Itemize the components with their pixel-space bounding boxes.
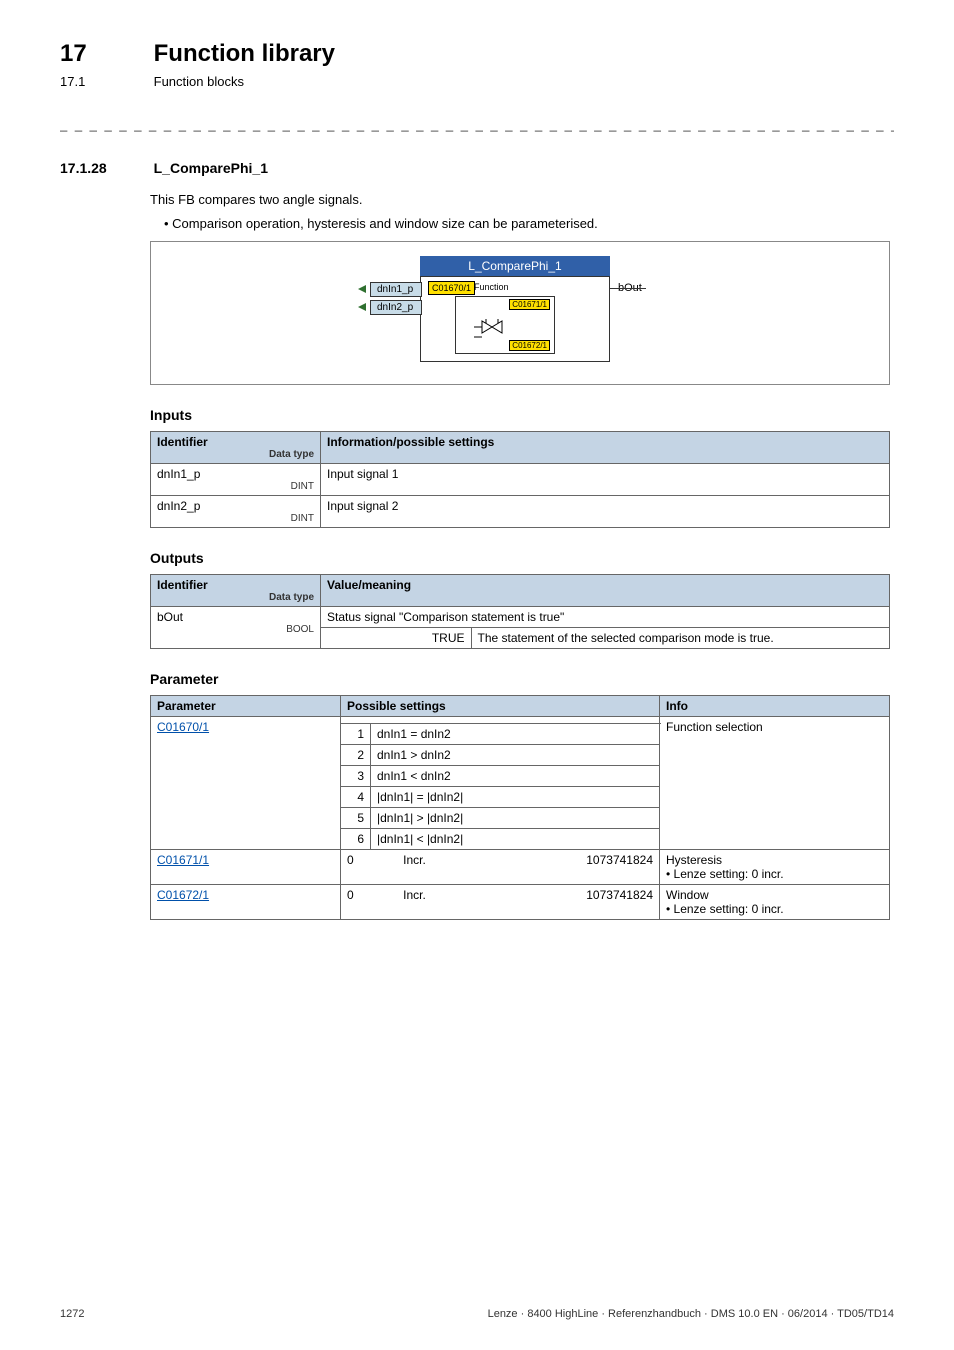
port-in1: dnIn1_p: [370, 282, 422, 297]
identifier-value: dnIn1_p: [157, 467, 314, 481]
opt-text: |dnIn1| < |dnIn2|: [371, 828, 660, 849]
col-datatype: Data type: [157, 449, 314, 460]
col-identifier: Identifier: [157, 578, 314, 592]
page-number: 1272: [60, 1308, 84, 1320]
block-diagram: L_ComparePhi_1 dnIn1_p dnIn2_p bOut C016…: [150, 241, 890, 385]
subsection-title: L_ComparePhi_1: [154, 160, 268, 176]
section-title: Function blocks: [154, 74, 244, 89]
opt-text: |dnIn1| > |dnIn2|: [371, 807, 660, 828]
parameter-table: Parameter Possible settings Info C01670/…: [150, 695, 890, 920]
info-value: Input signal 1: [321, 463, 890, 495]
inputs-heading: Inputs: [150, 407, 894, 423]
diagram-title: L_ComparePhi_1: [420, 256, 610, 276]
col-value: Value/meaning: [321, 574, 890, 606]
status-text: Status signal "Comparison statement is t…: [321, 606, 890, 627]
param-info-detail: • Lenze setting: 0 incr.: [666, 867, 883, 881]
true-text: The statement of the selected comparison…: [471, 628, 954, 648]
comparator-icon: [474, 317, 514, 345]
arrow-icon: [358, 285, 366, 293]
range-unit: Incr.: [371, 884, 459, 919]
datatype-value: BOOL: [157, 624, 314, 635]
col-info: Info: [660, 695, 890, 716]
param-info-name: Hysteresis: [666, 853, 883, 867]
col-settings: Possible settings: [341, 695, 660, 716]
arrow-icon: [358, 303, 366, 311]
table-row: C01671/1 0 Incr. 1073741824 Hysteresis •…: [151, 849, 890, 884]
opt-num: 4: [341, 786, 371, 807]
param-code-1: C01671/1: [509, 299, 550, 310]
opt-num: 5: [341, 807, 371, 828]
col-datatype: Data type: [157, 592, 314, 603]
inputs-table: Identifier Data type Information/possibl…: [150, 431, 890, 528]
footer-text: Lenze · 8400 HighLine · Referenzhandbuch…: [488, 1308, 894, 1320]
param-link[interactable]: C01672/1: [157, 888, 209, 902]
datatype-value: DINT: [157, 513, 314, 524]
opt-text: dnIn1 = dnIn2: [371, 723, 660, 744]
table-row: dnIn1_p DINT Input signal 1: [151, 463, 890, 495]
port-in2: dnIn2_p: [370, 300, 422, 315]
outputs-table: Identifier Data type Value/meaning bOut …: [150, 574, 890, 649]
range-high: 1073741824: [458, 849, 659, 884]
true-label: TRUE: [411, 628, 471, 648]
range-low: 0: [341, 849, 371, 884]
parameter-heading: Parameter: [150, 671, 894, 687]
outputs-heading: Outputs: [150, 550, 894, 566]
range-low: 0: [341, 884, 371, 919]
opt-num: 1: [341, 723, 371, 744]
table-row: C01672/1 0 Incr. 1073741824 Window • Len…: [151, 884, 890, 919]
output-line: [610, 288, 646, 289]
table-row: dnIn2_p DINT Input signal 2: [151, 495, 890, 527]
chapter-title: Function library: [154, 40, 335, 68]
param-code-2: C01672/1: [509, 340, 550, 351]
range-high: 1073741824: [458, 884, 659, 919]
param-info: Function selection: [660, 716, 890, 849]
datatype-value: DINT: [157, 481, 314, 492]
col-identifier: Identifier: [157, 435, 314, 449]
param-link[interactable]: C01671/1: [157, 853, 209, 867]
opt-num: 2: [341, 744, 371, 765]
col-parameter: Parameter: [151, 695, 341, 716]
func-code: C01670/1: [428, 281, 475, 295]
info-value: Input signal 2: [321, 495, 890, 527]
opt-num: 6: [341, 828, 371, 849]
identifier-value: bOut: [157, 610, 314, 624]
inner-block: C01671/1 C01672/1: [455, 296, 555, 354]
opt-text: |dnIn1| = |dnIn2|: [371, 786, 660, 807]
param-info-detail: • Lenze setting: 0 incr.: [666, 902, 883, 916]
opt-text: dnIn1 > dnIn2: [371, 744, 660, 765]
section-number: 17.1: [60, 74, 150, 89]
param-info-name: Window: [666, 888, 883, 902]
table-row: bOut BOOL Status signal "Comparison stat…: [151, 606, 890, 627]
func-label: Function: [474, 282, 509, 292]
col-info: Information/possible settings: [321, 431, 890, 463]
table-row: C01670/1 Function selection: [151, 716, 890, 723]
intro-text: This FB compares two angle signals.: [150, 190, 894, 210]
page-footer: 1272 Lenze · 8400 HighLine · Referenzhan…: [60, 1308, 894, 1320]
opt-text: dnIn1 < dnIn2: [371, 765, 660, 786]
range-unit: Incr.: [371, 849, 459, 884]
chapter-number: 17: [60, 40, 150, 68]
identifier-value: dnIn2_p: [157, 499, 314, 513]
bullet-text: • Comparison operation, hysteresis and w…: [164, 216, 894, 231]
opt-num: 3: [341, 765, 371, 786]
param-link[interactable]: C01670/1: [157, 720, 209, 734]
subsection-number: 17.1.28: [60, 160, 150, 176]
separator: _ _ _ _ _ _ _ _ _ _ _ _ _ _ _ _ _ _ _ _ …: [60, 117, 894, 132]
